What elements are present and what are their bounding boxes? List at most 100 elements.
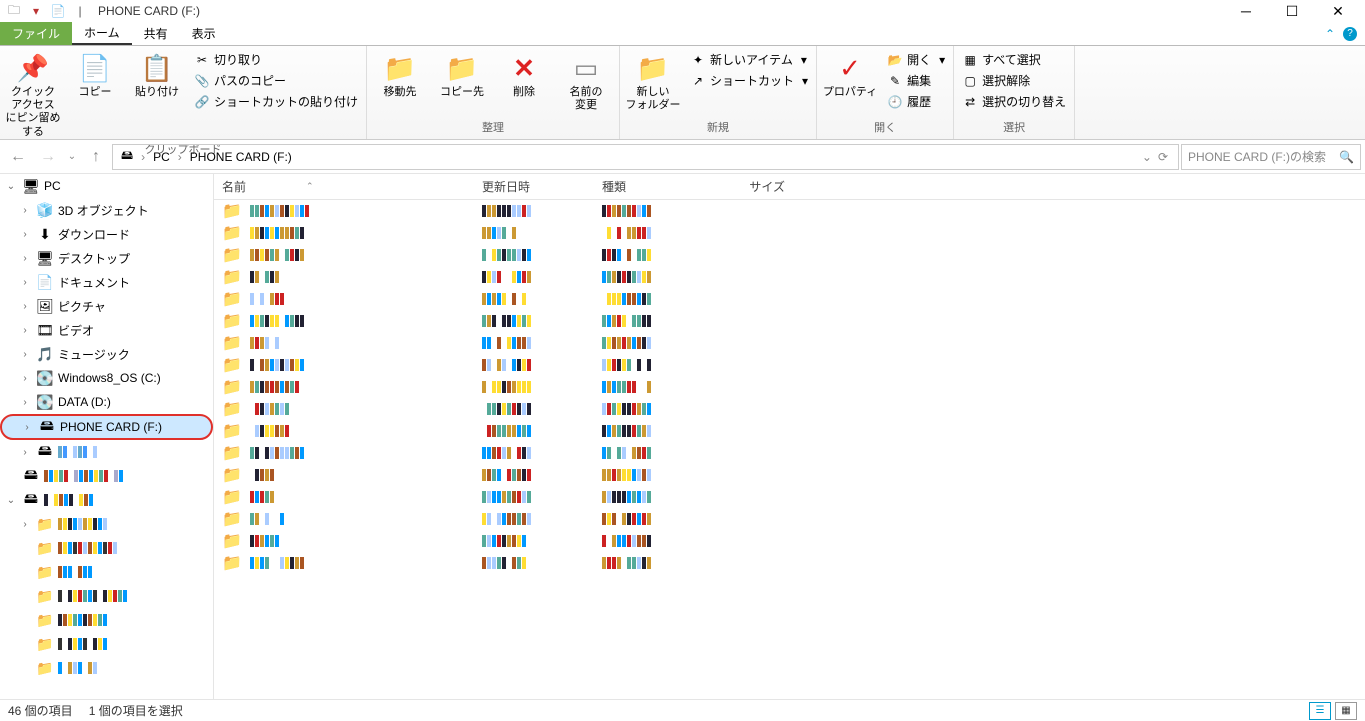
tree-item-sub4[interactable]: 📁 (0, 584, 213, 608)
table-row[interactable]: 📁 (214, 288, 1365, 310)
chevron-right-icon[interactable]: › (139, 150, 147, 164)
breadcrumb-current[interactable]: PHONE CARD (F:) (184, 145, 298, 169)
tab-share[interactable]: 共有 (132, 22, 180, 45)
tree-item-g[interactable]: ›🖴 (0, 440, 213, 464)
help-icon[interactable]: ? (1343, 27, 1357, 41)
explorer-icon[interactable]: 🗀 (4, 1, 24, 21)
table-row[interactable]: 📁 (214, 222, 1365, 244)
tree-item-videos[interactable]: ›🎞ビデオ (0, 318, 213, 342)
copy-button[interactable]: 📄 コピー (66, 48, 124, 99)
tree-item-downloads[interactable]: ›⬇ダウンロード (0, 222, 213, 246)
new-folder-button[interactable]: 📁新しい フォルダー (624, 48, 682, 112)
tree-item-music[interactable]: ›🎵ミュージック (0, 342, 213, 366)
view-details-button[interactable]: ☰ (1309, 702, 1331, 720)
tree-toggle-icon[interactable]: › (18, 349, 32, 360)
tree-item-c[interactable]: ›💽Windows8_OS (C:) (0, 366, 213, 390)
column-name[interactable]: 名前⌃ (214, 178, 474, 195)
close-button[interactable]: ✕ (1315, 0, 1361, 22)
table-row[interactable]: 📁 (214, 398, 1365, 420)
table-row[interactable]: 📁 (214, 310, 1365, 332)
tree-item-sub5[interactable]: 📁 (0, 608, 213, 632)
search-input[interactable]: PHONE CARD (F:)の検索 🔍 (1181, 144, 1361, 170)
table-row[interactable]: 📁 (214, 376, 1365, 398)
tab-home[interactable]: ホーム (72, 22, 132, 45)
table-row[interactable]: 📁 (214, 530, 1365, 552)
search-icon[interactable]: 🔍 (1339, 150, 1354, 164)
tree-toggle-icon[interactable]: › (18, 253, 32, 264)
copy-path-button[interactable]: 📎パスのコピー (190, 71, 362, 90)
tree-item-sub7[interactable]: 📁 (0, 656, 213, 680)
table-row[interactable]: 📁 (214, 552, 1365, 574)
tree-toggle-icon[interactable]: › (18, 519, 32, 530)
maximize-button[interactable]: ☐ (1269, 0, 1315, 22)
refresh-icon[interactable]: ⟳ (1154, 150, 1172, 164)
tree-toggle-icon[interactable]: › (18, 205, 32, 216)
tree-item-pictures[interactable]: ›🖼ピクチャ (0, 294, 213, 318)
tree-toggle-icon[interactable]: › (18, 229, 32, 240)
file-rows[interactable]: 📁📁📁📁📁📁📁📁📁📁📁📁📁📁📁📁📁 (214, 200, 1365, 699)
navigation-pane[interactable]: ⌄🖥PC›🧊3D オブジェクト›⬇ダウンロード›🖥デスクトップ›📄ドキュメント›… (0, 174, 214, 699)
tree-item-f[interactable]: ›🖴PHONE CARD (F:) (0, 414, 213, 440)
column-type[interactable]: 種類 (594, 178, 714, 195)
tree-item-desktop[interactable]: ›🖥デスクトップ (0, 246, 213, 270)
tree-toggle-icon[interactable]: › (18, 397, 32, 408)
paste-button[interactable]: 📋 貼り付け (128, 48, 186, 99)
tree-toggle-icon[interactable]: › (18, 277, 32, 288)
column-date[interactable]: 更新日時 (474, 178, 594, 195)
edit-button[interactable]: ✎編集 (883, 71, 949, 90)
tree-item-usb3[interactable]: ⌄🖴 (0, 488, 213, 512)
recent-button[interactable]: ⌄ (64, 143, 80, 171)
tree-item-pc[interactable]: ⌄🖥PC (0, 174, 213, 198)
tab-view[interactable]: 表示 (180, 22, 228, 45)
dropdown-icon[interactable]: ⌄ (1142, 150, 1152, 164)
table-row[interactable]: 📁 (214, 244, 1365, 266)
qat-dropdown-2[interactable]: 📄 (48, 1, 68, 21)
back-button[interactable]: ← (4, 143, 32, 171)
rename-button[interactable]: ▭名前の 変更 (557, 48, 615, 112)
tree-item-sub3[interactable]: 📁 (0, 560, 213, 584)
table-row[interactable]: 📁 (214, 354, 1365, 376)
select-none-button[interactable]: ▢選択解除 (958, 71, 1070, 90)
tree-item-documents[interactable]: ›📄ドキュメント (0, 270, 213, 294)
table-row[interactable]: 📁 (214, 486, 1365, 508)
copyto-button[interactable]: 📁コピー先 (433, 48, 491, 99)
tree-toggle-icon[interactable]: ⌄ (4, 181, 18, 192)
column-size[interactable]: サイズ (714, 178, 794, 195)
minimize-button[interactable]: ─ (1223, 0, 1269, 22)
properties-button[interactable]: ✓プロパティ (821, 48, 879, 99)
table-row[interactable]: 📁 (214, 266, 1365, 288)
pin-to-quickaccess-button[interactable]: 📌 クイック アクセス にピン留めする (4, 48, 62, 139)
table-row[interactable]: 📁 (214, 420, 1365, 442)
breadcrumb-pc[interactable]: PC (147, 145, 176, 169)
tree-item-d[interactable]: ›💽DATA (D:) (0, 390, 213, 414)
tree-toggle-icon[interactable]: › (18, 373, 32, 384)
tree-toggle-icon[interactable]: › (18, 301, 32, 312)
history-button[interactable]: 🕘履歴 (883, 92, 949, 111)
tree-item-sub6[interactable]: 📁 (0, 632, 213, 656)
moveto-button[interactable]: 📁移動先 (371, 48, 429, 99)
tab-file[interactable]: ファイル (0, 22, 72, 45)
view-icons-button[interactable]: ▦ (1335, 702, 1357, 720)
tree-toggle-icon[interactable]: ⌄ (4, 495, 18, 506)
breadcrumb-root-icon[interactable]: 🖴 (115, 145, 139, 169)
qat-more[interactable]: | (70, 1, 90, 21)
chevron-right-icon[interactable]: › (176, 150, 184, 164)
paste-shortcut-button[interactable]: 🔗ショートカットの貼り付け (190, 92, 362, 111)
forward-button[interactable]: → (34, 143, 62, 171)
up-button[interactable]: ↑ (82, 143, 110, 171)
breadcrumb[interactable]: 🖴 › PC › PHONE CARD (F:) ⌄ ⟳ (112, 144, 1179, 170)
open-button[interactable]: 📂開く▾ (883, 50, 949, 69)
delete-button[interactable]: ✕削除 (495, 48, 553, 99)
invert-selection-button[interactable]: ⇄選択の切り替え (958, 92, 1070, 111)
cut-button[interactable]: ✂切り取り (190, 50, 362, 69)
table-row[interactable]: 📁 (214, 442, 1365, 464)
tree-toggle-icon[interactable]: › (20, 422, 34, 433)
ribbon-collapse-icon[interactable]: ⌃ (1325, 27, 1335, 41)
new-item-button[interactable]: ✦新しいアイテム▾ (686, 50, 812, 69)
select-all-button[interactable]: ▦すべて選択 (958, 50, 1070, 69)
table-row[interactable]: 📁 (214, 464, 1365, 486)
tree-item-sub1[interactable]: ›📁 (0, 512, 213, 536)
tree-toggle-icon[interactable]: › (18, 325, 32, 336)
tree-item-sub2[interactable]: 📁 (0, 536, 213, 560)
table-row[interactable]: 📁 (214, 508, 1365, 530)
